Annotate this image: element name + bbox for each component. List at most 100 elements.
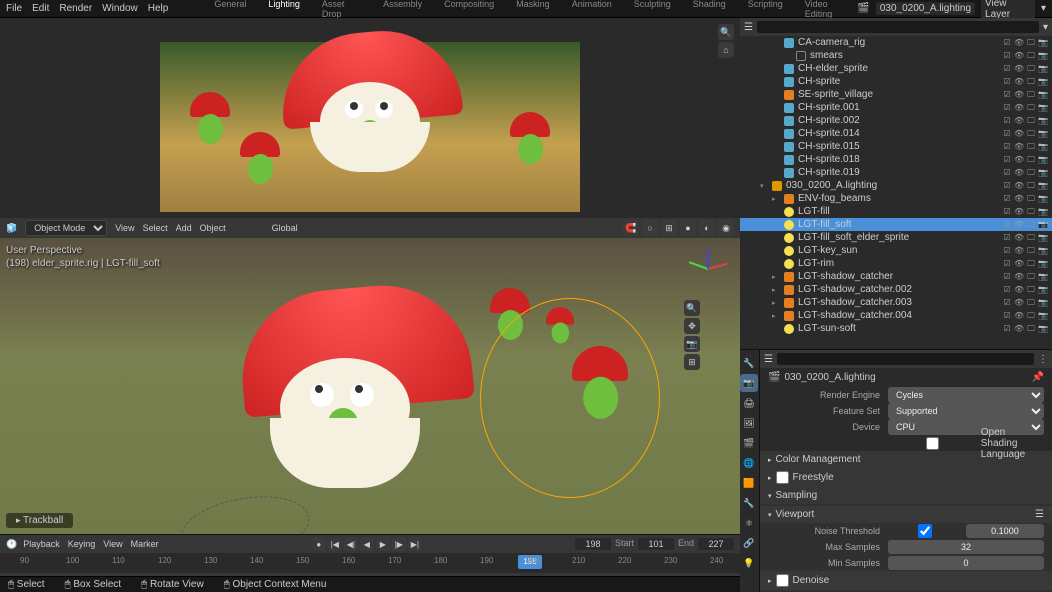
disable-icon[interactable]: 🖵 bbox=[1026, 285, 1036, 295]
shading-wire-icon[interactable]: ⊞ bbox=[661, 220, 677, 236]
3d-viewport[interactable]: User Perspective (198) elder_sprite.rig … bbox=[0, 238, 740, 534]
render-icon[interactable]: 📷 bbox=[1038, 259, 1048, 269]
outliner-row[interactable]: CH-sprite.001☑👁🖵📷 bbox=[740, 101, 1052, 114]
outliner-row[interactable]: CH-elder_sprite☑👁🖵📷 bbox=[740, 62, 1052, 75]
vp-menu-object[interactable]: Object bbox=[200, 223, 226, 233]
play-icon[interactable]: ▶ bbox=[376, 537, 390, 551]
disable-icon[interactable]: 🖵 bbox=[1026, 129, 1036, 139]
disable-icon[interactable]: 🖵 bbox=[1026, 38, 1036, 48]
render-icon[interactable]: 📷 bbox=[1038, 246, 1048, 256]
disable-icon[interactable]: 🖵 bbox=[1026, 64, 1036, 74]
render-icon[interactable]: 📷 bbox=[1038, 181, 1048, 191]
props-type-icon[interactable]: ☰ bbox=[764, 354, 773, 365]
eye-icon[interactable]: 👁 bbox=[1014, 272, 1024, 282]
breadcrumb[interactable]: 030_0200_A.lighting bbox=[784, 372, 875, 383]
shading-rendered-icon[interactable]: ◉ bbox=[718, 220, 734, 236]
menu-render[interactable]: Render bbox=[59, 3, 92, 14]
eye-icon[interactable]: 👁 bbox=[1014, 64, 1024, 74]
disable-icon[interactable]: 🖵 bbox=[1026, 116, 1036, 126]
eye-icon[interactable]: 👁 bbox=[1014, 90, 1024, 100]
panel-denoise[interactable]: ▸Denoise bbox=[760, 571, 1052, 590]
disable-icon[interactable]: 🖵 bbox=[1026, 311, 1036, 321]
exclude-icon[interactable]: ☑ bbox=[1002, 90, 1012, 100]
render-icon[interactable]: 📷 bbox=[1038, 298, 1048, 308]
render-icon[interactable]: 📷 bbox=[1038, 142, 1048, 152]
menu-help[interactable]: Help bbox=[148, 3, 169, 14]
eye-icon[interactable]: 👁 bbox=[1014, 298, 1024, 308]
eye-icon[interactable]: 👁 bbox=[1014, 311, 1024, 321]
filter-icon[interactable]: ▾ bbox=[1043, 22, 1048, 33]
snap-icon[interactable]: 🧲 bbox=[623, 220, 639, 236]
world-tab-icon[interactable]: 🌐 bbox=[740, 454, 758, 472]
outliner-row[interactable]: ▾030_0200_A.lighting☑👁🖵📷 bbox=[740, 179, 1052, 192]
timeline-type-icon[interactable]: 🕐 bbox=[6, 539, 17, 550]
render-icon[interactable]: 📷 bbox=[1038, 311, 1048, 321]
exclude-icon[interactable]: ☑ bbox=[1002, 207, 1012, 217]
outliner-row[interactable]: CH-sprite.014☑👁🖵📷 bbox=[740, 127, 1052, 140]
end-frame[interactable] bbox=[698, 538, 734, 550]
render-icon[interactable]: 📷 bbox=[1038, 103, 1048, 113]
outliner-row[interactable]: CH-sprite.002☑👁🖵📷 bbox=[740, 114, 1052, 127]
disable-icon[interactable]: 🖵 bbox=[1026, 181, 1036, 191]
tl-menu-playback[interactable]: Playback bbox=[23, 539, 60, 549]
scene-tab-icon[interactable]: 🎬 bbox=[740, 434, 758, 452]
outliner-row[interactable]: ▸LGT-shadow_catcher.004☑👁🖵📷 bbox=[740, 309, 1052, 322]
nav-gizmo[interactable] bbox=[684, 244, 734, 294]
exclude-icon[interactable]: ☑ bbox=[1002, 324, 1012, 334]
play-rev-icon[interactable]: ◀ bbox=[360, 537, 374, 551]
disable-icon[interactable]: 🖵 bbox=[1026, 155, 1036, 165]
menu-window[interactable]: Window bbox=[102, 3, 138, 14]
options-icon[interactable]: ⋮ bbox=[1038, 354, 1048, 365]
proportional-icon[interactable]: ○ bbox=[642, 220, 658, 236]
constraint-tab-icon[interactable]: 🔗 bbox=[740, 534, 758, 552]
autokey-icon[interactable]: ● bbox=[312, 537, 326, 551]
eye-icon[interactable]: 👁 bbox=[1014, 51, 1024, 61]
exclude-icon[interactable]: ☑ bbox=[1002, 155, 1012, 165]
disable-icon[interactable]: 🖵 bbox=[1026, 272, 1036, 282]
tool-tab-icon[interactable]: 🔧 bbox=[740, 354, 758, 372]
render-icon[interactable]: 📷 bbox=[1038, 194, 1048, 204]
disable-icon[interactable]: 🖵 bbox=[1026, 259, 1036, 269]
eye-icon[interactable]: 👁 bbox=[1014, 103, 1024, 113]
exclude-icon[interactable]: ☑ bbox=[1002, 259, 1012, 269]
list-icon[interactable]: ☰ bbox=[1035, 509, 1044, 520]
render-icon[interactable]: 📷 bbox=[1038, 38, 1048, 48]
shading-matprev-icon[interactable]: ◐ bbox=[699, 220, 715, 236]
current-frame[interactable] bbox=[575, 538, 611, 550]
jump-start-icon[interactable]: |◀ bbox=[328, 537, 342, 551]
disable-icon[interactable]: 🖵 bbox=[1026, 220, 1036, 230]
disable-icon[interactable]: 🖵 bbox=[1026, 142, 1036, 152]
shading-solid-icon[interactable]: ● bbox=[680, 220, 696, 236]
outliner-search[interactable] bbox=[757, 21, 1039, 33]
disable-icon[interactable]: 🖵 bbox=[1026, 233, 1036, 243]
scene-name[interactable]: 030_0200_A.lighting bbox=[876, 2, 975, 15]
render-icon[interactable]: 📷 bbox=[1038, 220, 1048, 230]
editor-type-icon[interactable]: 🧊 bbox=[6, 223, 17, 234]
panel-freestyle[interactable]: ▸Freestyle bbox=[760, 468, 1052, 487]
feature-set-select[interactable]: Supported bbox=[888, 403, 1044, 419]
outliner-row[interactable]: LGT-fill_soft☑👁🖵📷 bbox=[740, 218, 1052, 231]
disable-icon[interactable]: 🖵 bbox=[1026, 298, 1036, 308]
persp-icon[interactable]: ⊞ bbox=[684, 354, 700, 370]
exclude-icon[interactable]: ☑ bbox=[1002, 194, 1012, 204]
eye-icon[interactable]: 👁 bbox=[1014, 168, 1024, 178]
filter-icon[interactable]: ▾ bbox=[1041, 3, 1046, 14]
tl-menu-keying[interactable]: Keying bbox=[68, 539, 96, 549]
eye-icon[interactable]: 👁 bbox=[1014, 207, 1024, 217]
render-icon[interactable]: 📷 bbox=[1038, 207, 1048, 217]
exclude-icon[interactable]: ☑ bbox=[1002, 181, 1012, 191]
eye-icon[interactable]: 👁 bbox=[1014, 233, 1024, 243]
osl-checkbox[interactable] bbox=[888, 437, 977, 450]
exclude-icon[interactable]: ☑ bbox=[1002, 116, 1012, 126]
modifier-tab-icon[interactable]: 🔧 bbox=[740, 494, 758, 512]
vp-menu-view[interactable]: View bbox=[115, 223, 134, 233]
menu-edit[interactable]: Edit bbox=[32, 3, 49, 14]
eye-icon[interactable]: 👁 bbox=[1014, 259, 1024, 269]
eye-icon[interactable]: 👁 bbox=[1014, 285, 1024, 295]
pin-icon[interactable]: 📌 bbox=[1032, 372, 1044, 383]
noise-threshold[interactable] bbox=[966, 524, 1044, 538]
tl-menu-marker[interactable]: Marker bbox=[131, 539, 159, 549]
disable-icon[interactable]: 🖵 bbox=[1026, 51, 1036, 61]
disable-icon[interactable]: 🖵 bbox=[1026, 246, 1036, 256]
eye-icon[interactable]: 👁 bbox=[1014, 181, 1024, 191]
